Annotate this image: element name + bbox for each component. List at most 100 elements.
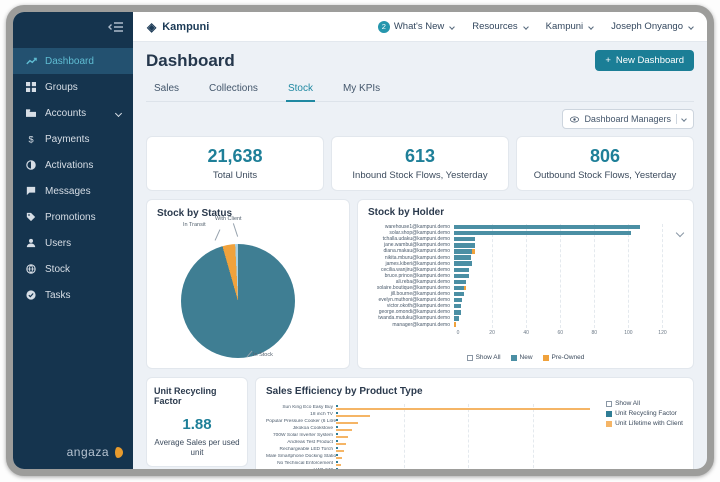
stock-by-status-pie[interactable] xyxy=(181,244,295,358)
bar-lifetime xyxy=(336,429,352,431)
sales-label: Rechargeable LED Torch xyxy=(266,447,336,452)
sales-bar-group xyxy=(336,419,597,425)
tab-sales[interactable]: Sales xyxy=(152,79,181,101)
sidebar-item-accounts[interactable]: Accounts xyxy=(13,100,133,126)
bar-pre-owned xyxy=(454,322,456,326)
legend-show-all[interactable]: Show All xyxy=(606,400,683,407)
bar-new xyxy=(454,243,475,247)
sales-bar-group xyxy=(336,447,597,453)
stat-value: 613 xyxy=(338,146,502,167)
bar-lifetime xyxy=(336,422,358,424)
holder-bar-group xyxy=(454,225,671,229)
org-label: Kampuni xyxy=(546,21,584,32)
sidebar-item-payments[interactable]: $Payments xyxy=(13,126,133,152)
holder-bar-group xyxy=(454,292,671,296)
checkbox-icon xyxy=(606,401,612,407)
sidebar-item-label: Accounts xyxy=(45,108,86,119)
sidebar-item-label: Users xyxy=(45,238,71,249)
sidebar-item-tasks[interactable]: Tasks xyxy=(13,282,133,308)
sales-bar-group xyxy=(336,454,597,460)
pie-label-in-transit: In Transit xyxy=(183,222,206,228)
bar-lifetime xyxy=(336,457,342,459)
sales-label: H4Q-240 xyxy=(266,468,336,469)
topbar: ◈ Kampuni 2 What's New Resources Kampuni… xyxy=(133,12,707,42)
bar-new xyxy=(454,237,475,241)
sidebar-item-users[interactable]: Users xyxy=(13,230,133,256)
bar-lifetime xyxy=(336,443,346,445)
org-menu[interactable]: Kampuni xyxy=(546,21,594,32)
tab-stock[interactable]: Stock xyxy=(286,79,315,102)
holder-bar-group xyxy=(454,249,671,253)
user-menu[interactable]: Joseph Onyango xyxy=(611,21,693,32)
legend-show-all[interactable]: Show All xyxy=(467,354,501,361)
axis-tick: 60 xyxy=(557,330,563,336)
bar-recycling xyxy=(336,426,338,428)
tasks-icon xyxy=(25,289,37,301)
stat-card: 613Inbound Stock Flows, Yesterday xyxy=(331,136,509,191)
stock-by-holder-bars: warehouse1@kampuni.demosolar.shop@kampun… xyxy=(368,224,671,328)
sidebar-item-groups[interactable]: Groups xyxy=(13,74,133,100)
axis-tick: 120 xyxy=(658,330,666,336)
stats-row: 21,638Total Units613Inbound Stock Flows,… xyxy=(146,136,694,191)
legend-unit-lifetime[interactable]: Unit Lifetime with Client xyxy=(606,420,683,427)
chart-title: Stock by Status xyxy=(157,208,339,219)
holder-bar-group xyxy=(454,261,671,265)
whats-new-menu[interactable]: 2 What's New xyxy=(378,21,454,33)
angaza-logo-mark xyxy=(112,447,123,458)
resources-menu[interactable]: Resources xyxy=(472,21,527,32)
sidebar-item-label: Messages xyxy=(45,186,91,197)
bar-new xyxy=(454,225,640,229)
chart-menu-chevron-icon[interactable] xyxy=(676,229,684,237)
holder-label: ali.reba@kampuni.demo xyxy=(368,279,454,285)
sales-label: Popular Pressure Cooker (6 Litres) xyxy=(266,419,336,424)
legend-new[interactable]: New xyxy=(511,354,533,361)
sidebar-item-stock[interactable]: Stock xyxy=(13,256,133,282)
stat-value: 806 xyxy=(523,146,687,167)
holder-bar-group xyxy=(454,268,671,272)
pie-label-with-client: With Client xyxy=(215,216,242,222)
stock-by-holder-x-axis: 020406080100120 xyxy=(458,330,671,338)
holder-label: nikita.mburu@kampuni.demo xyxy=(368,255,454,261)
bar-new xyxy=(454,249,472,253)
legend-swatch xyxy=(511,355,517,361)
tab-collections[interactable]: Collections xyxy=(207,79,260,101)
bar-recycling xyxy=(336,454,338,456)
sales-label: Andreas Test Product xyxy=(266,440,336,445)
sales-bar-group xyxy=(336,433,597,439)
dashboard-managers-button[interactable]: Dashboard Managers xyxy=(562,109,694,129)
plus-icon: + xyxy=(605,55,611,66)
chevron-down-icon xyxy=(115,109,122,116)
chevron-down-icon xyxy=(681,116,687,122)
stat-card: 806 Outbound Stock Flows, Yesterday xyxy=(516,136,694,191)
new-dashboard-button[interactable]: + New Dashboard xyxy=(595,50,694,71)
legend-unit-recycling-factor[interactable]: Unit Recycling Factor xyxy=(606,410,683,417)
bar-new xyxy=(454,310,461,314)
brand[interactable]: ◈ Kampuni xyxy=(147,20,209,34)
sidebar-item-promotions[interactable]: Promotions xyxy=(13,204,133,230)
holder-bar-group xyxy=(454,280,671,284)
sidebar-item-dashboard[interactable]: Dashboard xyxy=(13,48,133,74)
holder-label: tchalla.udaku@kampuni.demo xyxy=(368,236,454,242)
holder-bar-group xyxy=(454,243,671,247)
chevron-down-icon xyxy=(449,24,455,30)
sidebar-collapse-icon[interactable] xyxy=(108,20,124,34)
sales-bar-group xyxy=(336,405,597,411)
legend-pre-owned[interactable]: Pre-Owned xyxy=(543,354,585,361)
sidebar-item-messages[interactable]: Messages xyxy=(13,178,133,204)
axis-tick: 20 xyxy=(489,330,495,336)
bar-new xyxy=(454,231,631,235)
chevron-down-icon xyxy=(688,24,694,30)
bar-pre-owned xyxy=(472,249,475,253)
bar-lifetime xyxy=(336,408,590,410)
sales-efficiency-bars: Sun King Eco Easy Buy18 inch TVPopular P… xyxy=(266,404,597,469)
sidebar-item-activations[interactable]: Activations xyxy=(13,152,133,178)
tab-my-kpis[interactable]: My KPIs xyxy=(341,79,382,101)
sales-efficiency-legend: Show All Unit Recycling Factor Unit Life… xyxy=(606,400,683,430)
bar-recycling xyxy=(336,412,338,414)
stat-label: Outbound Stock Flows, Yesterday xyxy=(523,170,687,181)
chart-title: Sales Efficiency by Product Type xyxy=(266,386,683,397)
resources-label: Resources xyxy=(472,21,517,32)
sales-bar-group xyxy=(336,440,597,446)
bar-new xyxy=(454,261,472,265)
stat-value: 21,638 xyxy=(153,146,317,167)
